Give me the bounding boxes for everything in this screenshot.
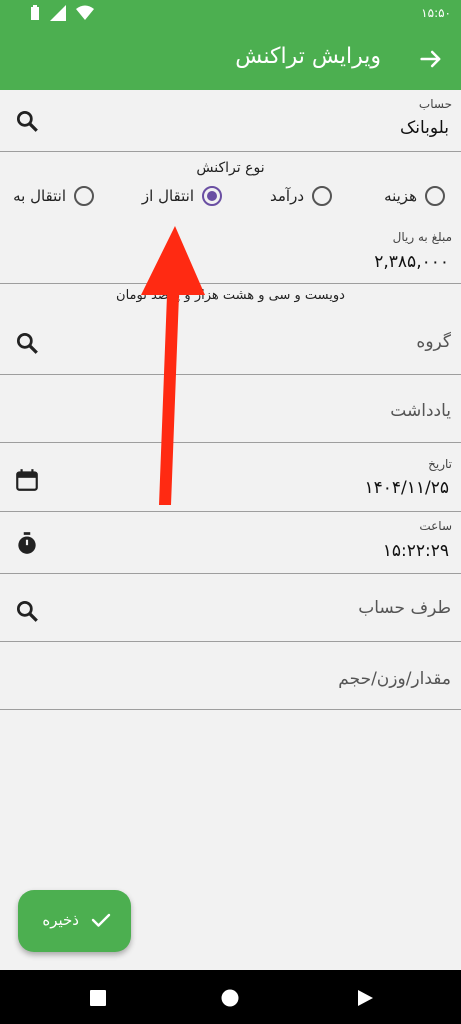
radio-income[interactable]: درآمد	[270, 186, 332, 206]
date-label: تاریخ	[428, 457, 452, 471]
transaction-type-title: نوع تراکنش	[196, 160, 265, 176]
radio-transfer-to[interactable]: انتقال به	[13, 186, 94, 206]
system-nav-bar	[0, 970, 461, 1024]
quantity-field[interactable]: مقدار/وزن/حجم	[0, 642, 461, 710]
nav-back-icon[interactable]	[355, 988, 375, 1008]
search-icon[interactable]	[14, 108, 40, 134]
check-icon	[91, 913, 111, 927]
back-arrow-icon[interactable]	[417, 45, 445, 73]
date-value: ۱۴۰۴/۱۱/۲۵	[364, 478, 449, 498]
radio-circle[interactable]	[74, 186, 94, 206]
radio-label: انتقال از	[141, 187, 194, 205]
search-icon[interactable]	[14, 330, 40, 356]
group-field[interactable]: گروه	[0, 306, 461, 375]
radio-circle[interactable]	[425, 186, 445, 206]
status-time: ۱۵:۵۰	[421, 6, 451, 20]
amount-field[interactable]: مبلغ به ریال ۲,۳۸۵,۰۰۰	[0, 224, 461, 284]
radio-label: درآمد	[270, 187, 304, 205]
account-field[interactable]: حساب بلوبانک	[0, 90, 461, 152]
amount-value: ۲,۳۸۵,۰۰۰	[374, 252, 449, 272]
status-icons	[30, 5, 94, 21]
nav-recents-icon[interactable]	[88, 988, 108, 1008]
time-label: ساعت	[419, 519, 452, 533]
note-field[interactable]: یادداشت	[0, 375, 461, 443]
account-value: بلوبانک	[400, 118, 449, 138]
radio-label: انتقال به	[13, 187, 66, 205]
app-bar: ویرایش تراکنش	[0, 28, 461, 90]
counterparty-field[interactable]: طرف حساب	[0, 574, 461, 642]
radio-label: هزینه	[384, 187, 417, 205]
timer-icon[interactable]	[14, 530, 40, 556]
save-button-label: ذخیره	[42, 911, 79, 929]
radio-circle[interactable]	[312, 186, 332, 206]
amount-in-words: دویست و سی و هشت هزار و پانصد تومان	[116, 288, 345, 303]
nav-home-icon[interactable]	[220, 988, 240, 1008]
radio-transfer-from[interactable]: انتقال از	[142, 186, 222, 206]
page-title: ویرایش تراکنش	[235, 44, 381, 69]
radio-expense[interactable]: هزینه	[384, 186, 445, 206]
radio-circle[interactable]	[202, 186, 222, 206]
signal-icon	[50, 5, 66, 21]
time-field[interactable]: ساعت ۱۵:۲۲:۲۹	[0, 512, 461, 574]
date-field[interactable]: تاریخ ۱۴۰۴/۱۱/۲۵	[0, 443, 461, 512]
note-placeholder: یادداشت	[390, 401, 451, 421]
time-value: ۱۵:۲۲:۲۹	[382, 541, 449, 561]
save-button[interactable]: ذخیره	[18, 890, 131, 952]
counterparty-placeholder: طرف حساب	[358, 598, 451, 618]
calendar-icon[interactable]	[14, 467, 40, 493]
quantity-placeholder: مقدار/وزن/حجم	[338, 669, 451, 689]
search-icon[interactable]	[14, 598, 40, 624]
wifi-icon	[76, 5, 94, 20]
account-label: حساب	[418, 97, 452, 111]
status-bar: ۱۵:۵۰	[0, 0, 461, 28]
battery-icon	[31, 5, 39, 20]
amount-label: مبلغ به ریال	[392, 230, 452, 244]
group-placeholder: گروه	[416, 332, 451, 352]
